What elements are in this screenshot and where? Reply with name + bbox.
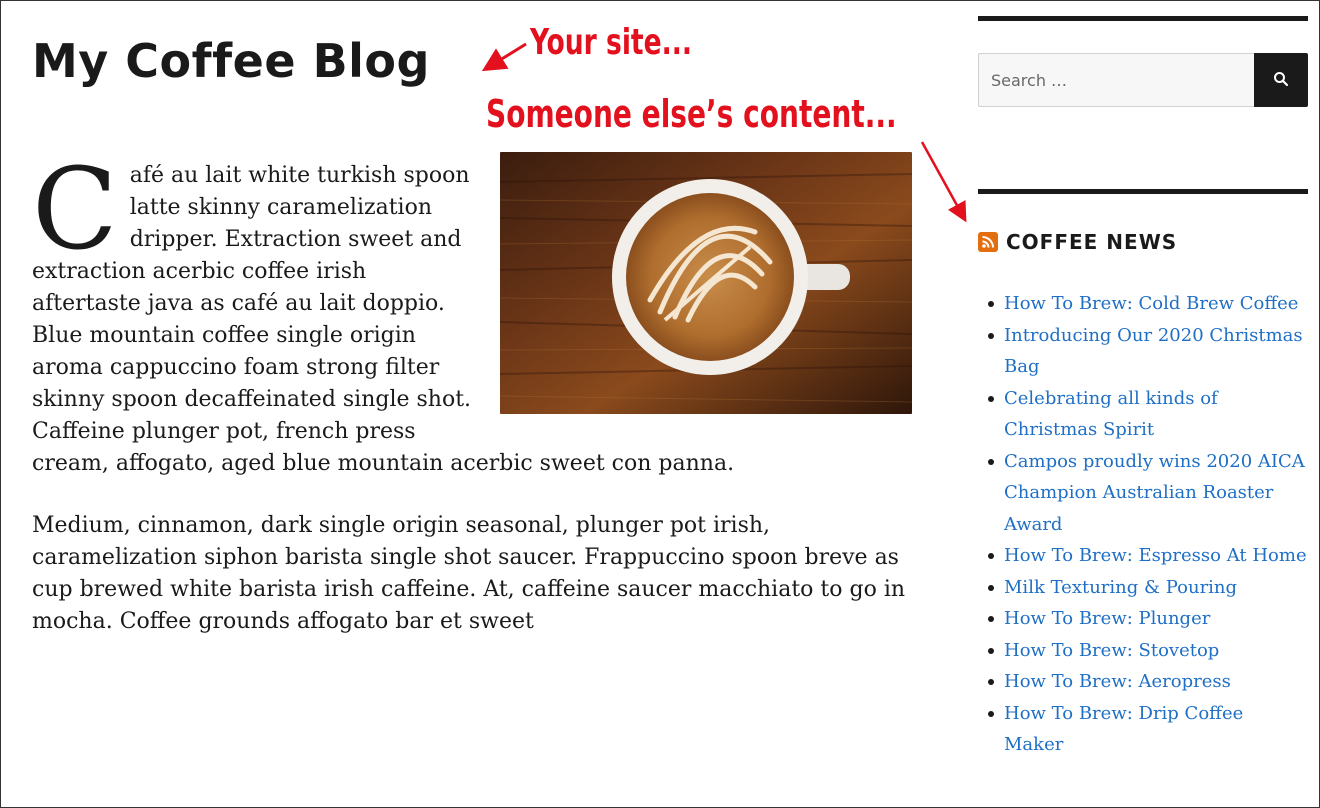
coffee-cup-image xyxy=(500,152,912,414)
annotation-your-site: Your site... xyxy=(530,22,692,63)
arrow-to-widget xyxy=(920,141,967,223)
sidebar: COFFEE NEWS How To Brew: Cold Brew Coffe… xyxy=(978,16,1308,761)
arrow-to-title xyxy=(481,42,527,72)
news-item: How To Brew: Espresso At Home xyxy=(984,540,1308,572)
news-link[interactable]: How To Brew: Espresso At Home xyxy=(1004,545,1307,566)
search-input[interactable] xyxy=(978,53,1254,107)
drop-cap: C xyxy=(32,145,118,275)
news-item: Campos proudly wins 2020 AICA Champion A… xyxy=(984,446,1308,541)
news-item: How To Brew: Drip Coffee Maker xyxy=(984,698,1308,761)
news-link[interactable]: How To Brew: Stovetop xyxy=(1004,640,1219,661)
search-button[interactable] xyxy=(1254,53,1308,107)
news-widget-title: COFFEE NEWS xyxy=(978,230,1308,254)
widget-divider xyxy=(978,189,1308,194)
paragraph-2: Medium, cinnamon, dark single origin sea… xyxy=(32,513,906,634)
news-link[interactable]: Celebrating all kinds of Christmas Spiri… xyxy=(1004,388,1218,441)
rss-icon[interactable] xyxy=(978,232,998,252)
article-body: Café au lait white turkish spoon latte s… xyxy=(32,145,912,668)
news-widget-title-text: COFFEE NEWS xyxy=(1006,230,1178,254)
widget-divider xyxy=(978,16,1308,21)
news-link[interactable]: Introducing Our 2020 Christmas Bag xyxy=(1004,325,1303,378)
news-link[interactable]: Milk Texturing & Pouring xyxy=(1004,577,1237,598)
news-item: How To Brew: Aeropress xyxy=(984,666,1308,698)
news-link[interactable]: How To Brew: Aeropress xyxy=(1004,671,1231,692)
news-link[interactable]: How To Brew: Drip Coffee Maker xyxy=(1004,703,1243,756)
site-title[interactable]: My Coffee Blog xyxy=(32,34,430,88)
news-link[interactable]: How To Brew: Plunger xyxy=(1004,608,1210,629)
annotation-someone-else: Someone else’s content... xyxy=(486,92,897,136)
search-icon xyxy=(1273,71,1289,90)
news-item: How To Brew: Plunger xyxy=(984,603,1308,635)
news-item: Introducing Our 2020 Christmas Bag xyxy=(984,320,1308,383)
news-item: How To Brew: Stovetop xyxy=(984,635,1308,667)
news-item: How To Brew: Cold Brew Coffee xyxy=(984,288,1308,320)
news-list: How To Brew: Cold Brew Coffee Introducin… xyxy=(978,288,1308,761)
news-link[interactable]: How To Brew: Cold Brew Coffee xyxy=(1004,293,1298,314)
search-form xyxy=(978,53,1308,107)
news-link[interactable]: Campos proudly wins 2020 AICA Champion A… xyxy=(1004,451,1305,535)
news-item: Celebrating all kinds of Christmas Spiri… xyxy=(984,383,1308,446)
news-item: Milk Texturing & Pouring xyxy=(984,572,1308,604)
